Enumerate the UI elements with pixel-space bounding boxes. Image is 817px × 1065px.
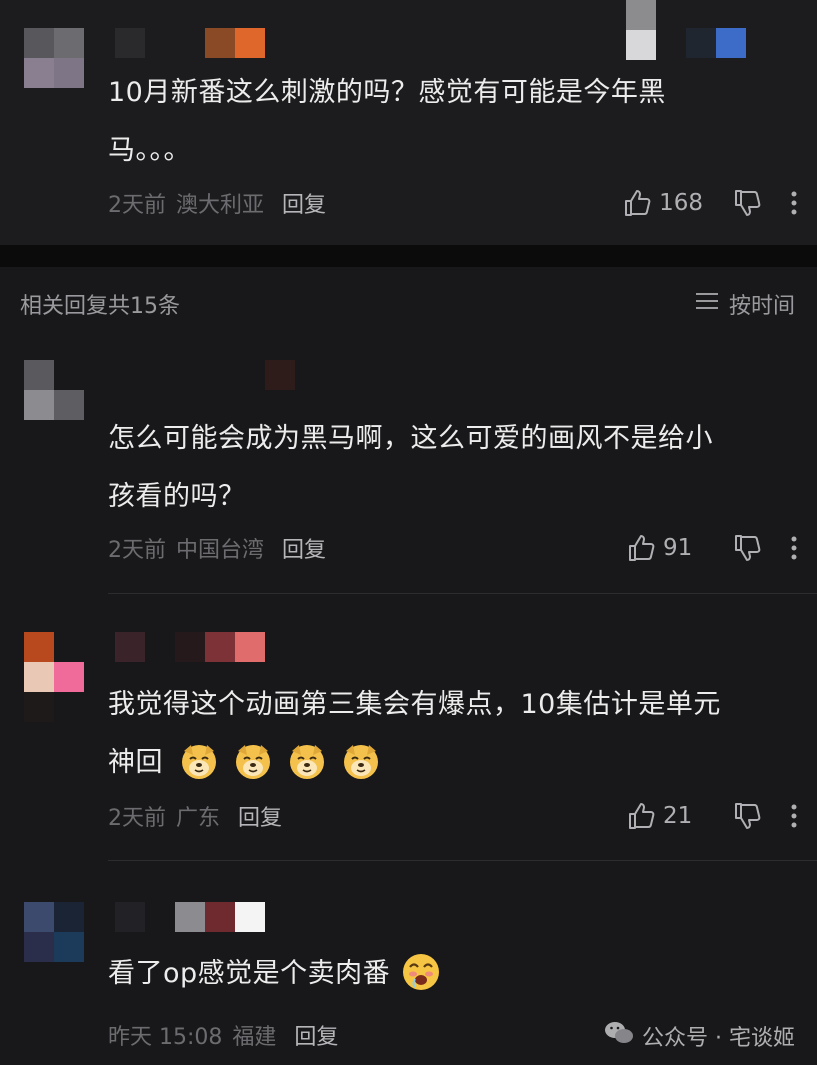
comment-location: 澳大利亚	[176, 193, 265, 218]
comment-text-line: 看了op感觉是个卖肉番	[108, 945, 448, 1003]
more-vertical-icon[interactable]	[791, 536, 797, 560]
comment-time: 2天前	[108, 538, 166, 563]
comment-text: 10月新番这么刺激的吗？感觉有可能是今年黑 马。。。	[108, 64, 666, 180]
reply-button[interactable]: 回复	[282, 532, 326, 564]
comment-meta: 昨天 15:08 福建 回复	[108, 1020, 338, 1050]
wechat-icon	[604, 1020, 642, 1052]
drooling-face-emoji	[401, 952, 441, 992]
section-separator	[0, 245, 817, 267]
comment-meta: 2天前 澳大利亚 回复	[108, 188, 326, 218]
comment-location: 中国台湾	[176, 538, 265, 563]
comment-actions: 168	[623, 186, 797, 220]
comment-time: 2天前	[108, 806, 166, 831]
comment-meta: 2天前 中国台湾 回复	[108, 533, 326, 563]
thumb-up-icon[interactable]	[627, 801, 657, 831]
thumb-down-icon[interactable]	[733, 533, 763, 563]
comment-text-fragment: 看了op感觉是个卖肉番	[108, 958, 391, 989]
thumb-up-icon[interactable]	[623, 188, 653, 218]
more-vertical-icon[interactable]	[791, 804, 797, 828]
like-count: 21	[663, 803, 693, 829]
like-count: 91	[663, 535, 693, 561]
comment-text-line: 马。。。	[108, 135, 191, 166]
comment-text: 怎么可能会成为黑马啊，这么可爱的画风不是给小 孩看的吗？	[108, 410, 713, 526]
like-count: 168	[659, 190, 703, 216]
comment-text-line: 神回	[108, 734, 721, 792]
sort-label: 按时间	[728, 294, 795, 319]
comment-actions: 21	[627, 799, 797, 833]
comment-location: 广东	[176, 806, 221, 831]
username[interactable]	[115, 28, 265, 58]
comment-text-line: 10月新番这么刺激的吗？感觉有可能是今年黑	[108, 77, 666, 108]
comment-text-line: 怎么可能会成为黑马啊，这么可爱的画风不是给小	[108, 423, 713, 454]
comment-text-fragment: 神回	[108, 747, 163, 778]
doge-emoji	[341, 741, 381, 781]
reply-button[interactable]: 回复	[238, 800, 282, 832]
thumb-up-icon[interactable]	[627, 533, 657, 563]
replies-count-label: 相关回复共15条	[20, 294, 180, 319]
comment-actions: 91	[627, 531, 797, 565]
comment-time: 昨天 15:08	[108, 1025, 223, 1050]
divider	[108, 593, 817, 594]
thumb-down-icon[interactable]	[733, 188, 763, 218]
reply-button[interactable]: 回复	[282, 187, 326, 219]
user-badge	[626, 0, 756, 60]
avatar[interactable]	[24, 902, 84, 962]
sort-lines-icon	[695, 291, 729, 317]
sort-button[interactable]: 按时间	[695, 288, 795, 320]
comment-meta: 2天前 广东 回复	[108, 801, 282, 831]
comment-text: 我觉得这个动画第三集会有爆点，10集估计是单元 神回	[108, 676, 721, 792]
watermark-text: 公众号 · 宅谈姬	[642, 1026, 795, 1051]
reply-button[interactable]: 回复	[294, 1019, 338, 1051]
avatar[interactable]	[24, 632, 84, 722]
avatar[interactable]	[24, 360, 84, 420]
comment-time: 2天前	[108, 193, 166, 218]
comment-text-line: 我觉得这个动画第三集会有爆点，10集估计是单元	[108, 689, 721, 720]
doge-emoji	[233, 741, 273, 781]
username[interactable]	[115, 902, 265, 932]
divider	[108, 860, 817, 861]
comment-text: 看了op感觉是个卖肉番	[108, 945, 448, 1003]
more-vertical-icon[interactable]	[791, 191, 797, 215]
watermark: 公众号 · 宅谈姬	[604, 1020, 795, 1052]
username[interactable]	[115, 632, 265, 662]
username[interactable]	[265, 360, 295, 390]
comment-text-line: 孩看的吗？	[108, 481, 246, 512]
doge-emoji	[179, 741, 219, 781]
thumb-down-icon[interactable]	[733, 801, 763, 831]
avatar[interactable]	[24, 28, 84, 88]
main-comment: 10月新番这么刺激的吗？感觉有可能是今年黑 马。。。 2天前 澳大利亚 回复 1…	[0, 0, 817, 245]
comment-location: 福建	[232, 1025, 277, 1050]
doge-emoji	[287, 741, 327, 781]
